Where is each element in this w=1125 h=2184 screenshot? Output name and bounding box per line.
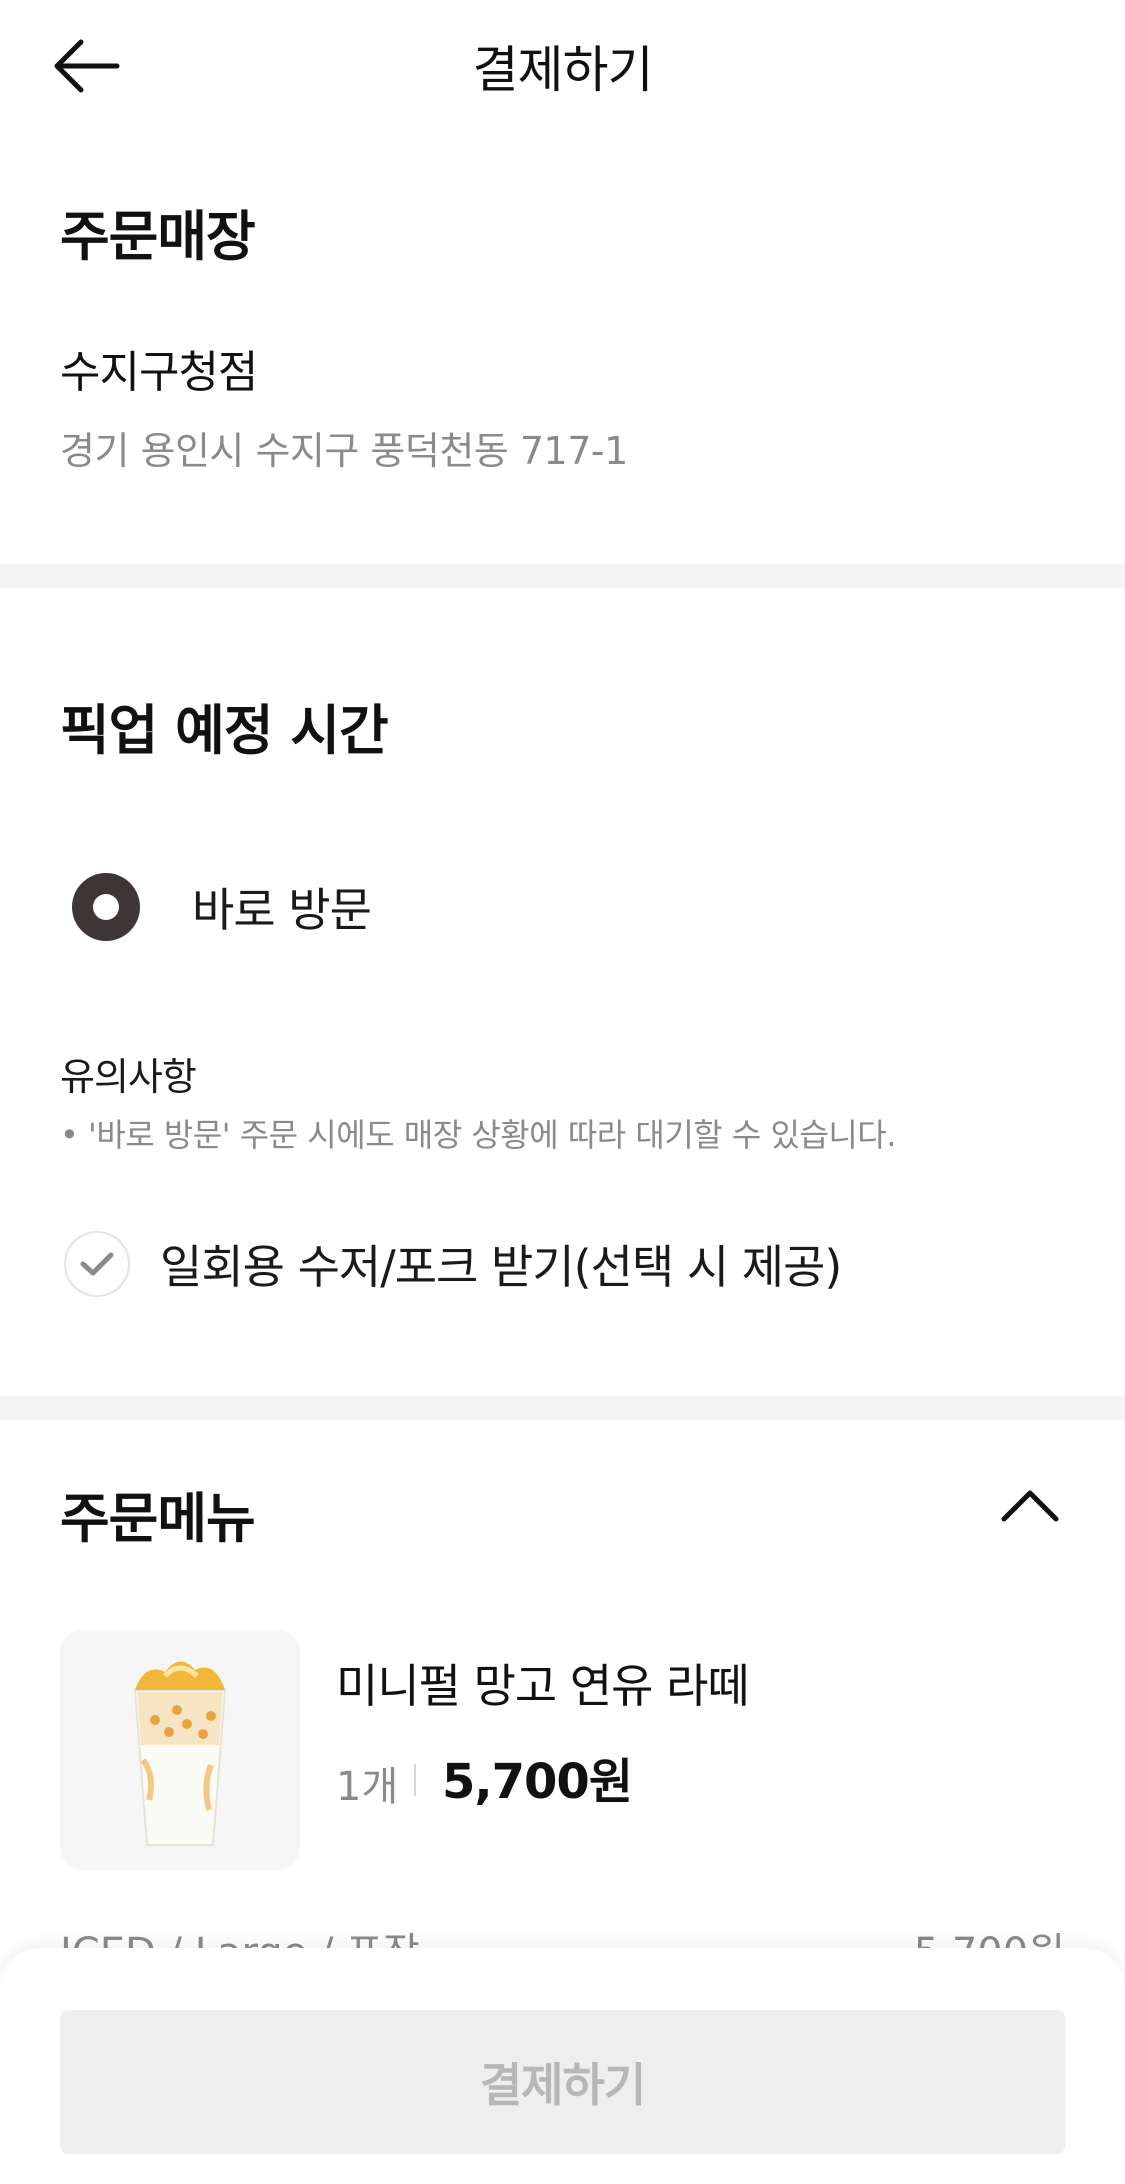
checkmark-icon [80,1252,114,1276]
product-image [60,1630,300,1870]
pickup-option-visit-now[interactable]: 바로 방문 [72,872,372,942]
store-section-title: 주문매장 [60,205,256,268]
top-app-bar: 결제하기 [0,0,1125,130]
cutlery-checkbox-label: 일회용 수저/포크 받기(선택 시 제공) [160,1240,842,1294]
page-title: 결제하기 [472,41,654,99]
radio-selected-icon [72,873,140,941]
notice-title: 유의사항 [60,1055,197,1099]
pickup-option-label: 바로 방문 [192,883,372,937]
notice-text: • '바로 방문' 주문 시에도 매장 상황에 따라 대기할 수 있습니다. [60,1116,896,1154]
pickup-section-title: 픽업 예정 시간 [60,699,389,762]
product-name: 미니펄 망고 연유 라떼 [336,1659,750,1713]
iced-latte-drink-icon [133,1661,227,1846]
collapse-button[interactable] [990,1470,1070,1540]
store-address: 경기 용인시 수지구 풍덕천동 717-1 [60,429,628,473]
product-price: 5,700원 [442,1754,633,1810]
store-name: 수지구청점 [60,347,258,398]
bottom-action-bar: 결제하기 [0,1948,1125,2184]
cutlery-checkbox[interactable]: 일회용 수저/포크 받기(선택 시 제공) [64,1228,842,1300]
product-quantity: 1개 [336,1764,399,1810]
section-divider [0,1396,1125,1420]
order-menu-item: 미니펄 망고 연유 라떼 1개 5,700원 [60,1630,1065,1872]
quantity-price-divider [414,1764,416,1796]
pay-button[interactable]: 결제하기 [60,2010,1065,2154]
order-menu-section-title: 주문메뉴 [60,1487,256,1550]
chevron-up-icon [1001,1490,1059,1522]
checkbox-circle [64,1231,130,1297]
section-divider [0,564,1125,588]
